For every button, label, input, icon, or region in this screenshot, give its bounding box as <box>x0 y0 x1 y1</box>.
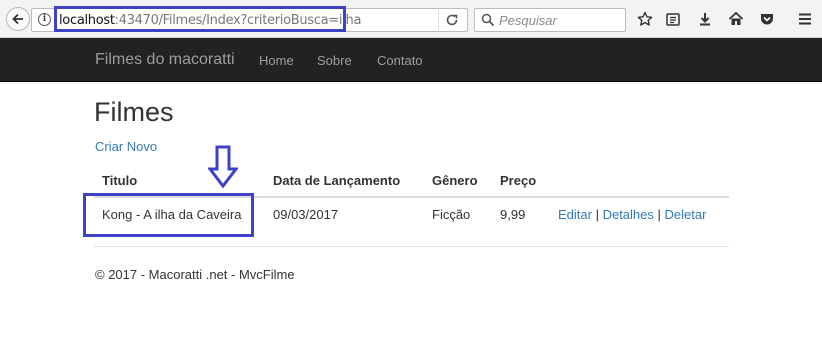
column-header-preco: Preço <box>500 173 537 188</box>
nav-link-contato[interactable]: Contato <box>377 53 423 68</box>
row-actions: Editar | Detalhes | Deletar <box>558 207 707 222</box>
download-icon[interactable] <box>695 9 715 29</box>
page-title: Filmes <box>94 97 174 127</box>
navbar-brand[interactable]: Filmes do macoratti <box>95 51 235 69</box>
search-placeholder: Pesquisar <box>499 13 557 28</box>
cell-genero: Ficção <box>432 207 471 222</box>
nav-link-sobre[interactable]: Sobre <box>317 53 352 68</box>
table-bottom-divider <box>94 246 729 247</box>
column-header-data: Data de Lançamento <box>273 173 401 188</box>
cell-data: 09/03/2017 <box>273 207 339 222</box>
site-navbar: Filmes do macoratti Home Sobre Contato <box>0 38 822 82</box>
page-footer: © 2017 - Macoratti .net - MvcFilme <box>95 267 295 282</box>
create-new-link[interactable]: Criar Novo <box>95 139 157 154</box>
pocket-icon[interactable] <box>757 9 777 29</box>
column-header-titulo: Titulo <box>102 173 138 188</box>
title-annotation-box <box>83 193 254 237</box>
search-icon <box>481 13 495 30</box>
cell-preco: 9,99 <box>500 207 526 222</box>
browser-toolbar: i localhost:43470/Filmes/Index?criterioB… <box>0 0 822 38</box>
url-annotation-box <box>54 6 346 32</box>
column-header-genero: Gênero <box>432 173 478 188</box>
home-icon[interactable] <box>726 9 746 29</box>
reload-icon[interactable] <box>438 10 465 30</box>
search-input[interactable]: Pesquisar <box>474 8 626 32</box>
menu-icon[interactable] <box>795 9 815 29</box>
delete-link[interactable]: Deletar <box>665 207 707 222</box>
edit-link[interactable]: Editar <box>558 207 592 222</box>
info-icon[interactable]: i <box>38 13 51 26</box>
reading-list-icon[interactable] <box>663 9 683 29</box>
annotation-down-arrow-icon <box>206 145 240 192</box>
nav-link-home[interactable]: Home <box>259 53 294 68</box>
back-arrow-icon[interactable] <box>6 7 30 31</box>
star-icon[interactable] <box>635 9 655 29</box>
details-link[interactable]: Detalhes <box>603 207 654 222</box>
